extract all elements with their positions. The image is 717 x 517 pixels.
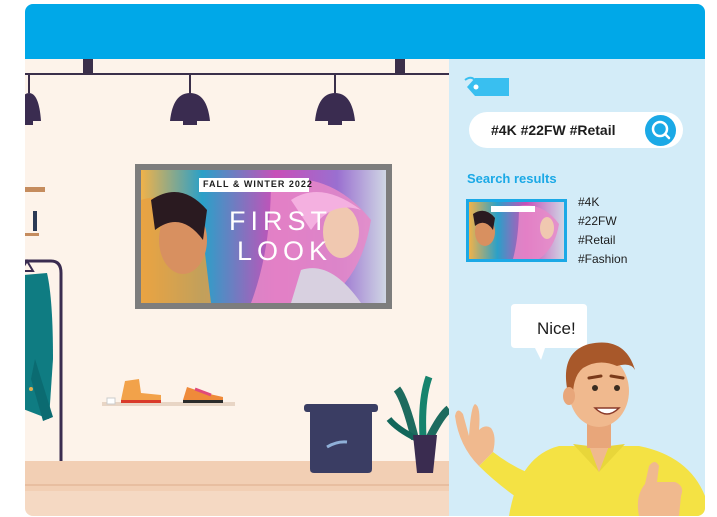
search-icon (651, 120, 671, 140)
top-bar (25, 4, 705, 59)
results-heading: Search results (467, 171, 557, 186)
result-tags: #4K #22FW #Retail #Fashion (578, 193, 627, 269)
clothing-rack (25, 259, 74, 476)
ceiling-lamp-left (25, 75, 41, 125)
rail-mount-right (395, 59, 405, 75)
result-thumbnail[interactable] (466, 199, 567, 262)
billboard-headline: FALL & WINTER 2022 (203, 179, 313, 189)
floor (25, 461, 449, 491)
ceiling-lamp-center (170, 75, 210, 125)
search-panel: #4K #22FW #Retail Search results #4K #22… (449, 59, 705, 516)
potted-plant (386, 375, 449, 473)
ottoman (304, 404, 378, 473)
rail-mount-left (83, 59, 93, 75)
wall-shelf (25, 187, 45, 192)
tag-label: #4K (578, 195, 600, 209)
result-thumbnail-image (469, 202, 564, 259)
display-screen: FALL & WINTER 2022 FIRST LOOK (135, 164, 392, 309)
shoe-shelf (102, 379, 235, 406)
campaign-image: FALL & WINTER 2022 FIRST LOOK (141, 170, 386, 303)
tag-icon (464, 76, 509, 96)
search-button[interactable] (645, 115, 676, 146)
tag-label: #22FW (578, 214, 617, 228)
tag-label: #Fashion (578, 252, 628, 266)
ceiling-lamp-right (315, 75, 355, 125)
presenter-illustration (455, 342, 705, 516)
app-window: FALL & WINTER 2022 FIRST LOOK #4K #22FW … (25, 4, 705, 516)
tag-label: #Retail (578, 233, 616, 247)
search-bar[interactable]: #4K #22FW #Retail (469, 112, 683, 148)
billboard-line2: LOOK (237, 236, 333, 266)
search-input[interactable]: #4K #22FW #Retail (491, 122, 616, 138)
store-scene: FALL & WINTER 2022 FIRST LOOK (25, 59, 449, 516)
billboard-line1: FIRST (229, 206, 332, 236)
